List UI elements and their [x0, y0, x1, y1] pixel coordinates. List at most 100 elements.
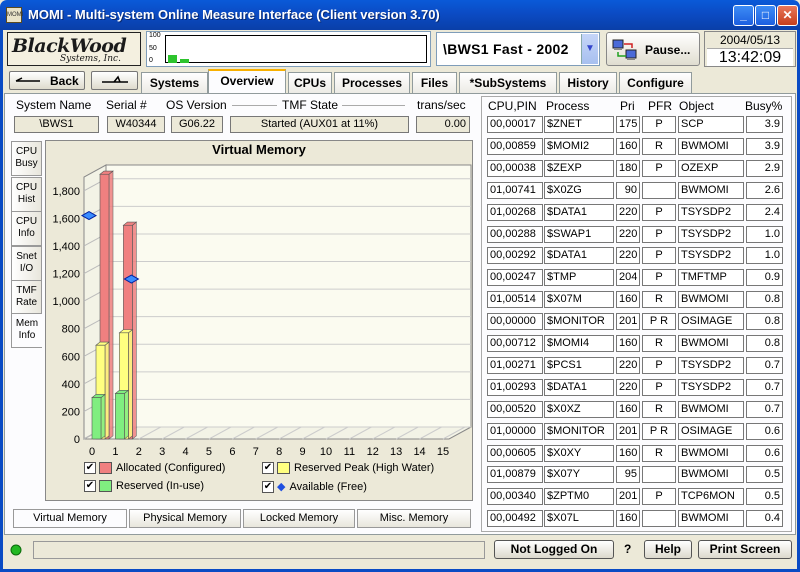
table-row[interactable]: 00,00492 $X07L 160 BWMOMI 0.4 — [487, 510, 785, 528]
table-row[interactable]: 00,00288 $SWAP1 220 P TSYSDP2 1.0 — [487, 225, 785, 244]
table-cell: 180 — [616, 159, 640, 177]
table-cell: 00,00340 — [487, 488, 543, 506]
tab-overview[interactable]: Overview — [208, 69, 286, 94]
table-row[interactable]: 01,00000 $MONITOR 201 P R OSIMAGE 0.6 — [487, 422, 785, 441]
help-question[interactable]: ? — [624, 542, 631, 556]
title-bar: MOMI MOMI - Multi-system Online Measure … — [0, 0, 800, 30]
table-cell: $MOMI4 — [544, 335, 614, 352]
table-cell: 160 — [616, 335, 640, 352]
trans-sec-label: trans/sec — [417, 98, 466, 112]
x-tick-label: 7 — [253, 446, 259, 458]
x-tick-label: 6 — [229, 446, 235, 458]
serial-label: Serial # — [106, 98, 147, 112]
pause-button[interactable]: Pause... — [606, 32, 700, 66]
legend-reserved-peak[interactable]: ✔ Reserved Peak (High Water) — [262, 462, 434, 475]
table-row[interactable]: 00,00859 $MOMI2 160 R BWMOMI 3.9 — [487, 137, 785, 156]
table-cell: TSYSDP2 — [678, 225, 744, 243]
chevron-down-icon[interactable]: ▼ — [581, 34, 598, 64]
tab-configure[interactable]: Configure — [619, 72, 692, 93]
x-tick-label: 9 — [300, 446, 306, 458]
minimize-button[interactable]: _ — [733, 5, 754, 26]
forward-button[interactable] — [91, 71, 138, 90]
back-button[interactable]: Back — [9, 71, 85, 90]
table-cell: $X0XY — [544, 444, 614, 462]
table-cell: $ZEXP — [544, 159, 614, 177]
tab-locked-memory[interactable]: Locked Memory — [243, 509, 355, 528]
clock-display: 2004/05/13 13:42:09 — [704, 31, 796, 67]
legend-allocated[interactable]: ✔ Allocated (Configured) — [84, 462, 225, 475]
table-cell — [642, 466, 676, 484]
legend-reserved[interactable]: ✔ Reserved (In-use) — [84, 480, 204, 493]
table-row[interactable]: 00,00340 $ZPTM0 201 P TCP6MON 0.5 — [487, 488, 785, 506]
table-cell: $X0XZ — [544, 400, 614, 418]
help-button[interactable]: Help — [644, 540, 692, 559]
side-tab-tmf-rate[interactable]: TMF Rate — [11, 280, 42, 315]
tmf-state-label: TMF State — [282, 98, 339, 112]
table-cell: 3.9 — [746, 116, 783, 133]
system-name-value: \BWS1 — [14, 116, 99, 133]
table-row[interactable]: 00,00038 $ZEXP 180 P OZEXP 2.9 — [487, 159, 785, 178]
table-row[interactable]: 01,00271 $PCS1 220 P TSYSDP2 0.7 — [487, 356, 785, 375]
table-cell: 00,00520 — [487, 400, 543, 418]
chart-back-wall — [105, 164, 472, 428]
side-tab-cpu-busy[interactable]: CPU Busy — [11, 141, 42, 176]
table-row[interactable]: 00,00712 $MOMI4 160 R BWMOMI 0.8 — [487, 335, 785, 353]
table-cell: 160 — [616, 400, 640, 418]
table-cell: $MOMI2 — [544, 137, 614, 155]
table-cell — [642, 181, 676, 199]
print-screen-button[interactable]: Print Screen — [698, 540, 792, 559]
node-select[interactable]: \BWS1 Fast - 2002 ▼ — [436, 32, 600, 66]
table-cell: R — [642, 444, 676, 462]
table-row[interactable]: 00,00605 $X0XY 160 R BWMOMI 0.6 — [487, 444, 785, 463]
close-button[interactable]: ✕ — [777, 5, 798, 26]
side-tab-mem-info[interactable]: Mem Info — [11, 313, 42, 348]
table-cell: SCP — [678, 116, 744, 133]
table-row[interactable]: 00,00000 $MONITOR 201 P R OSIMAGE 0.8 — [487, 313, 785, 331]
tab-history[interactable]: History — [559, 72, 617, 93]
table-cell: $DATA1 — [544, 203, 614, 221]
side-tab-snet-io[interactable]: Snet I/O — [11, 246, 42, 281]
table-row[interactable]: 01,00293 $DATA1 220 P TSYSDP2 0.7 — [487, 378, 785, 397]
table-row[interactable]: 01,00268 $DATA1 220 P TSYSDP2 2.4 — [487, 203, 785, 222]
tab-virtual-memory[interactable]: Virtual Memory — [13, 509, 127, 528]
checkbox[interactable]: ✔ — [262, 481, 274, 494]
tab-processes[interactable]: Processes — [334, 72, 410, 93]
tab-files[interactable]: Files — [412, 72, 457, 93]
table-cell: BWMOMI — [678, 466, 744, 484]
checkbox[interactable]: ✔ — [84, 462, 96, 475]
table-row[interactable]: 01,00879 $X07Y 95 BWMOMI 0.5 — [487, 466, 785, 484]
table-cell: 201 — [616, 313, 640, 331]
tab-subsystems[interactable]: *SubSystems — [459, 72, 557, 93]
table-cell: 2.4 — [746, 203, 783, 221]
tab-cpus[interactable]: CPUs — [288, 72, 332, 93]
legend-available[interactable]: ✔ ◆ Available (Free) — [262, 480, 367, 494]
table-cell: $MONITOR — [544, 313, 614, 331]
serial-value: W40344 — [107, 116, 165, 133]
os-version-label: OS Version — [166, 98, 227, 112]
table-row[interactable]: 01,00514 $X07M 160 R BWMOMI 0.8 — [487, 291, 785, 309]
checkbox[interactable]: ✔ — [84, 480, 96, 493]
table-cell: 00,00288 — [487, 225, 543, 243]
table-cell: $DATA1 — [544, 247, 614, 265]
x-tick-label: 3 — [159, 446, 165, 458]
checkbox[interactable]: ✔ — [262, 462, 274, 475]
x-tick-label: 2 — [136, 446, 142, 458]
table-row[interactable]: 00,00247 $TMP 204 P TMFTMP 0.9 — [487, 269, 785, 287]
tab-systems[interactable]: Systems — [141, 72, 208, 93]
col-pfr: PFR — [648, 99, 672, 113]
side-tab-cpu-info[interactable]: CPU Info — [11, 211, 42, 246]
table-cell: TSYSDP2 — [678, 356, 744, 374]
table-cell: 0.5 — [746, 466, 783, 484]
table-row[interactable]: 00,00017 $ZNET 175 P SCP 3.9 — [487, 116, 785, 134]
login-button[interactable]: Not Logged On — [494, 540, 614, 559]
table-cell: P — [642, 159, 676, 177]
table-row[interactable]: 00,00520 $X0XZ 160 R BWMOMI 0.7 — [487, 400, 785, 419]
tab-misc-memory[interactable]: Misc. Memory — [357, 509, 471, 528]
table-row[interactable]: 01,00741 $X0ZG 90 BWMOMI 2.6 — [487, 181, 785, 200]
table-row[interactable]: 00,00292 $DATA1 220 P TSYSDP2 1.0 — [487, 247, 785, 265]
maximize-button[interactable]: □ — [755, 5, 776, 26]
tmf-state-value: Started (AUX01 at 11%) — [230, 116, 409, 133]
tab-physical-memory[interactable]: Physical Memory — [129, 509, 241, 528]
table-cell: R — [642, 400, 676, 418]
side-tab-cpu-hist[interactable]: CPU Hist — [11, 177, 42, 212]
